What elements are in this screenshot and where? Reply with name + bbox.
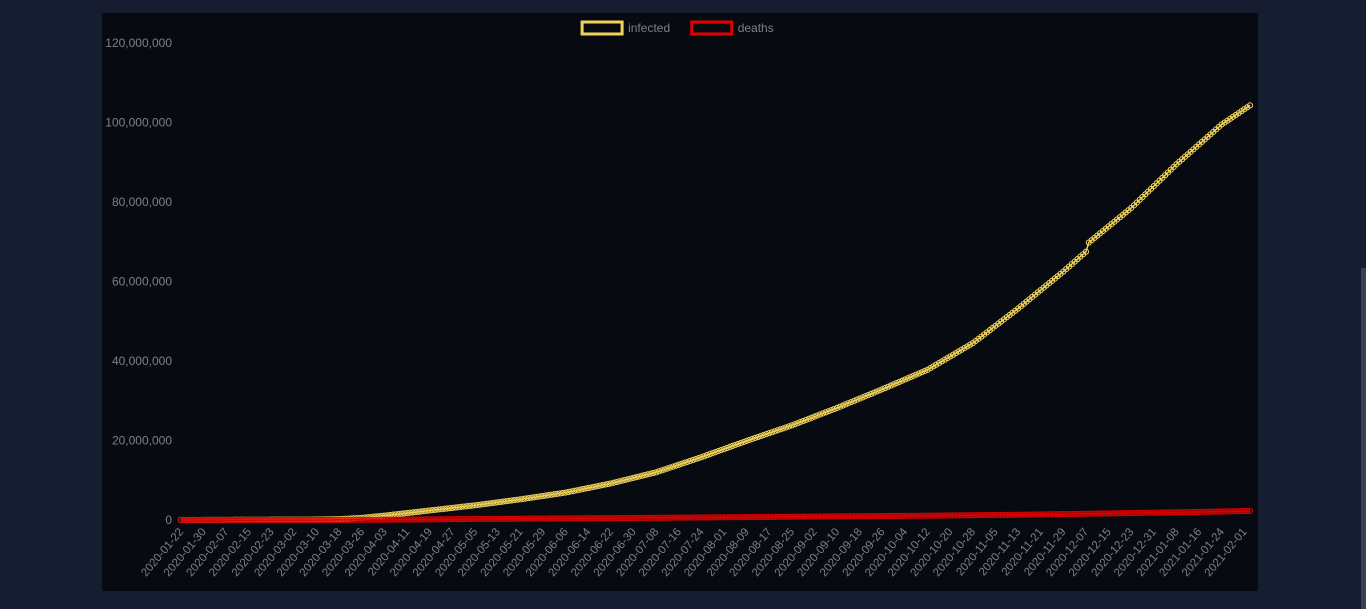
legend-item-infected[interactable]: infected bbox=[580, 20, 670, 36]
y-tick-label: 0 bbox=[165, 513, 172, 527]
series-infected bbox=[177, 102, 1254, 524]
line-chart: infected deaths 0 20,000,000 40,000,000 60,0… bbox=[105, 20, 1254, 579]
legend-item-deaths[interactable]: deaths bbox=[690, 20, 774, 36]
y-tick-label: 60,000,000 bbox=[112, 275, 172, 289]
legend-swatch bbox=[690, 20, 734, 36]
y-axis-ticks: 0 20,000,000 40,000,000 60,000,000 80,000,00… bbox=[105, 36, 172, 527]
y-tick-label: 20,000,000 bbox=[112, 434, 172, 448]
legend[interactable]: infected deaths bbox=[580, 20, 774, 36]
series-line-infected bbox=[180, 104, 1251, 521]
y-tick-label: 80,000,000 bbox=[112, 195, 172, 209]
scrollbar-track[interactable] bbox=[1360, 0, 1366, 609]
legend-label: deaths bbox=[738, 21, 774, 35]
y-tick-label: 120,000,000 bbox=[105, 36, 172, 50]
scrollbar-thumb[interactable] bbox=[1361, 268, 1366, 609]
series-deaths bbox=[177, 507, 1254, 524]
y-tick-label: 40,000,000 bbox=[112, 354, 172, 368]
x-axis-ticks: 2020-01-222020-01-302020-02-072020-02-15… bbox=[139, 526, 1249, 579]
y-tick-label: 100,000,000 bbox=[105, 116, 172, 130]
legend-swatch bbox=[580, 20, 624, 36]
chart-panel: infected deaths 0 20,000,000 40,000,000 60,0… bbox=[102, 13, 1258, 591]
legend-label: infected bbox=[628, 21, 670, 35]
series-layer bbox=[177, 102, 1254, 524]
